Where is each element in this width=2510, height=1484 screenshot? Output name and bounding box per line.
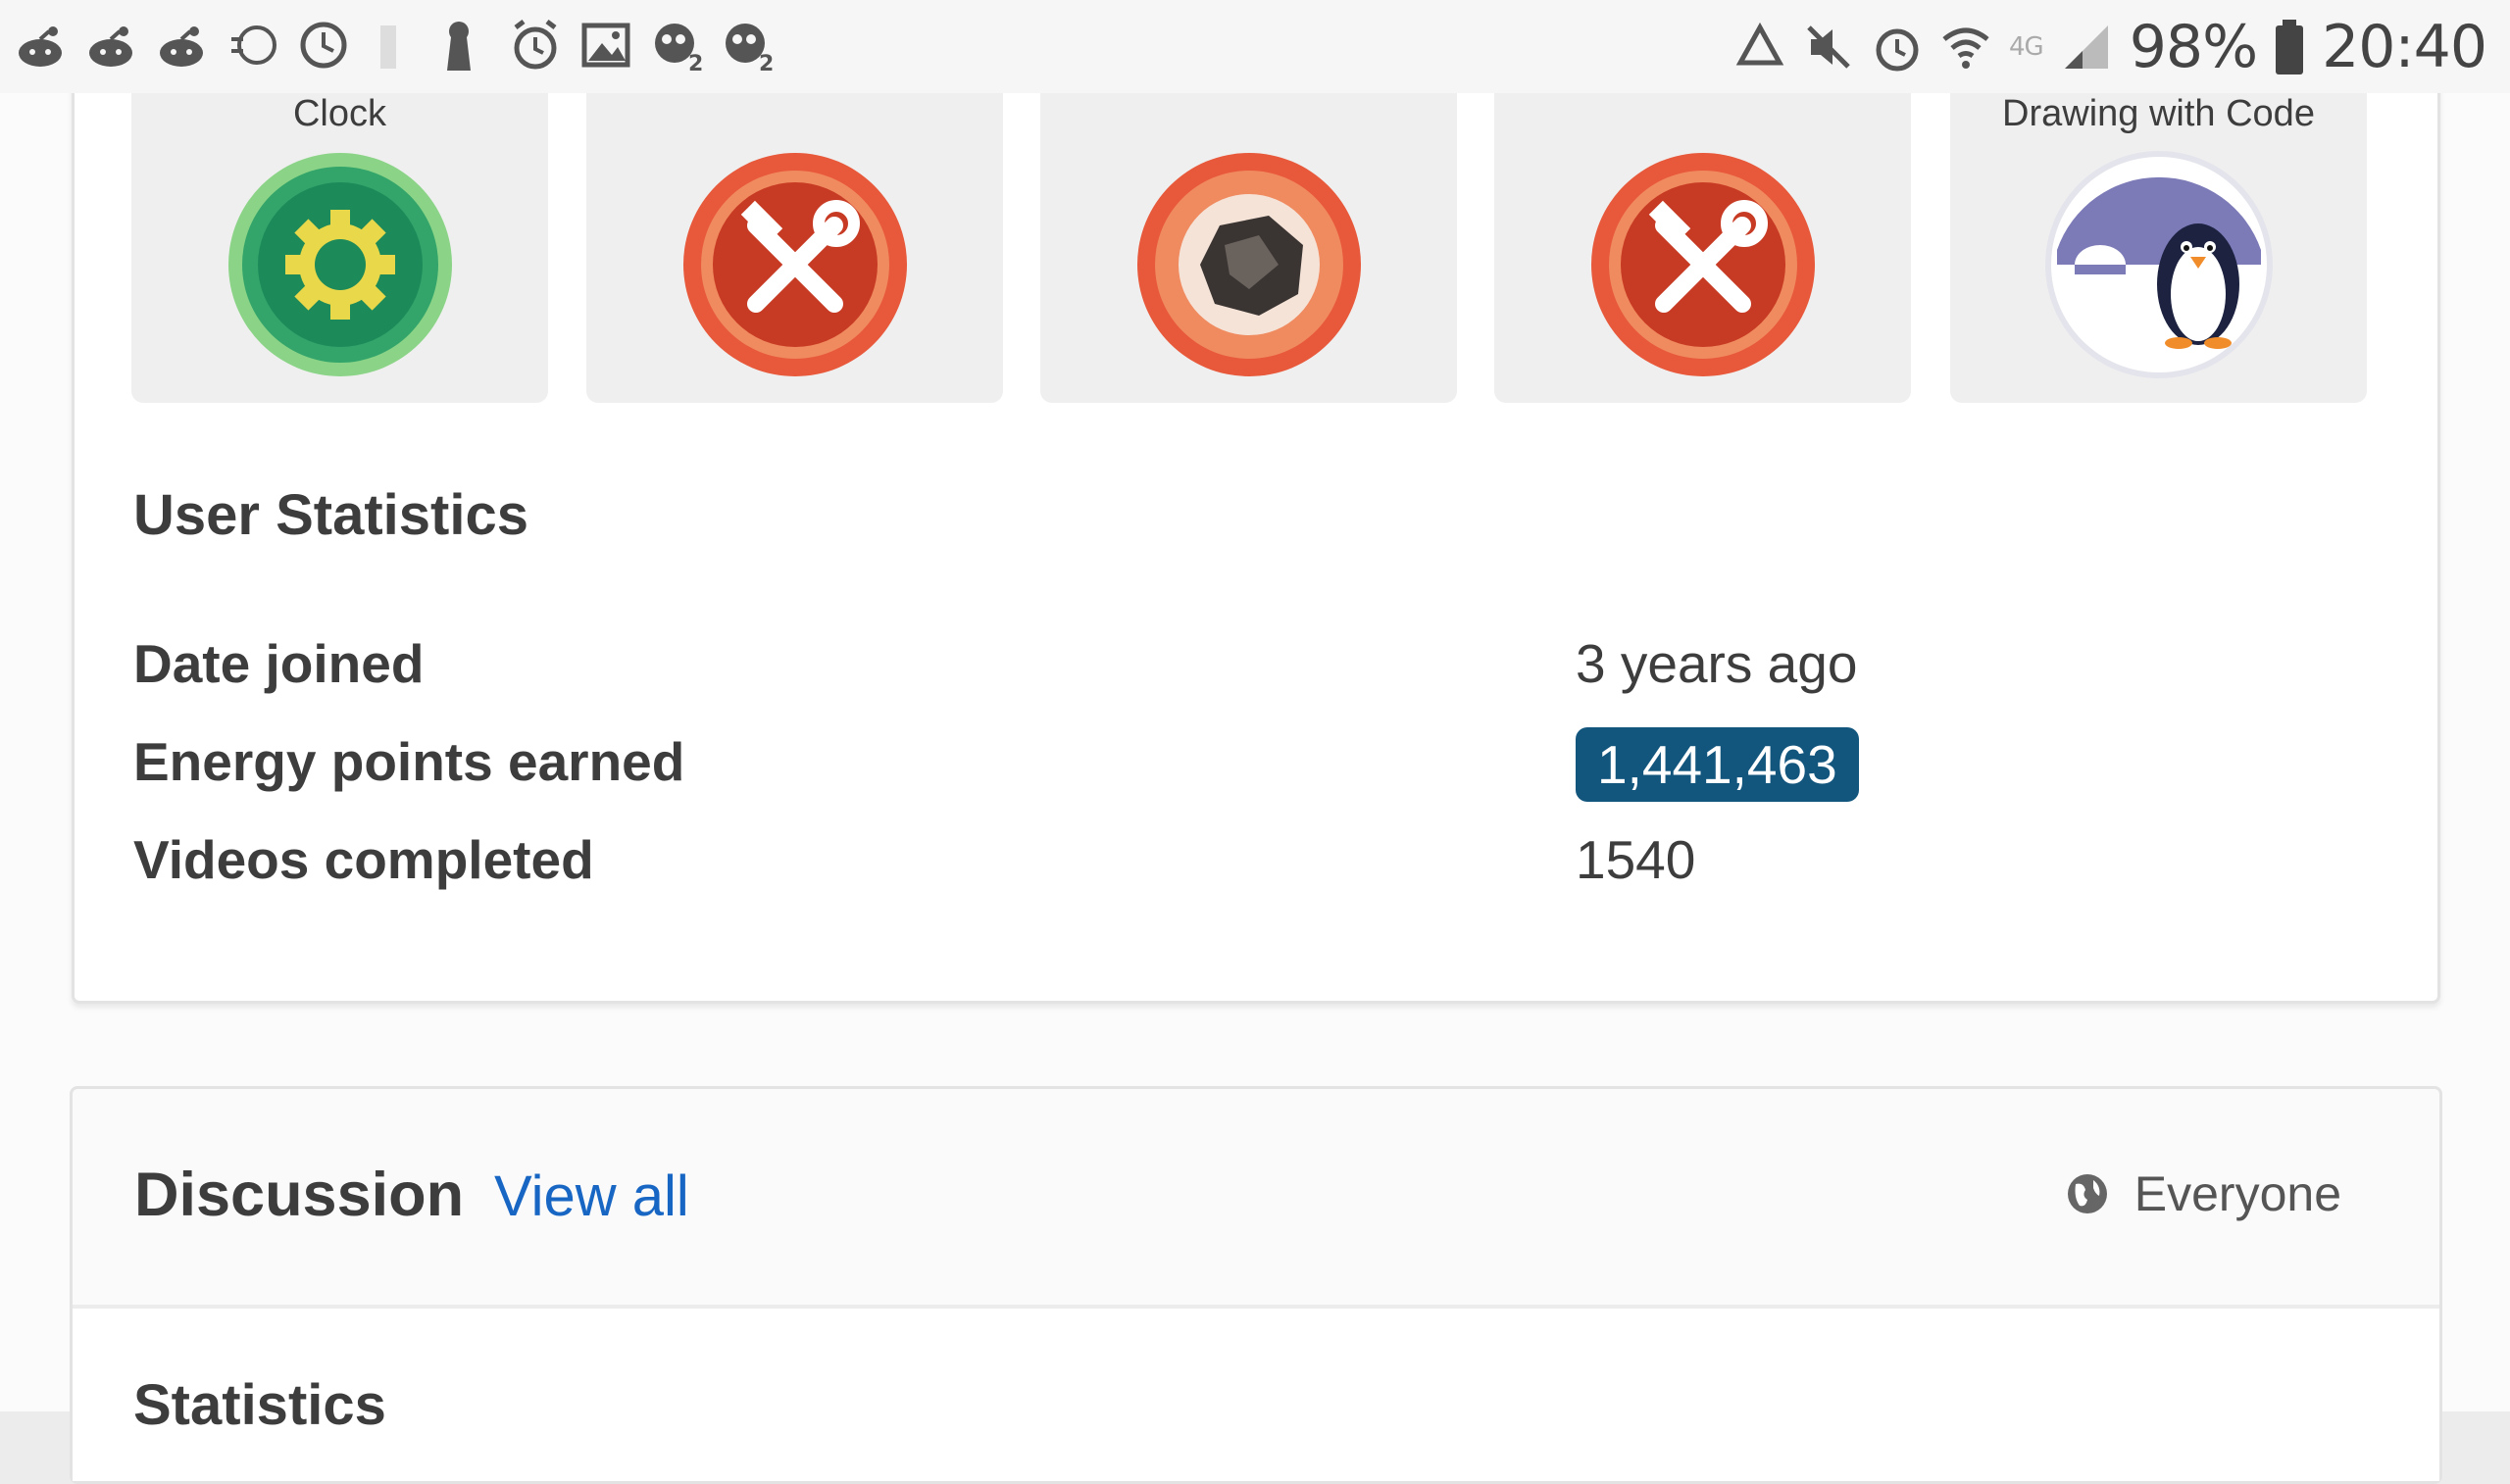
alarm-icon	[1876, 28, 1919, 71]
battery-icon	[2276, 19, 2304, 74]
stat-label-energy-points: Energy points earned	[133, 731, 685, 792]
badge-title: Clock	[292, 93, 387, 134]
svg-text:2: 2	[688, 52, 703, 73]
reddit-icon	[86, 18, 135, 73]
stat-value-date-joined: 3 years ago	[1576, 633, 1858, 694]
user-statistics-heading: User Statistics	[133, 483, 528, 547]
gear-badge-icon	[227, 153, 452, 376]
badge-clock[interactable]: Clock	[131, 93, 548, 403]
tools-badge-icon	[682, 153, 907, 376]
tools-badge-icon	[1590, 153, 1815, 376]
sync-icon	[227, 18, 276, 73]
badge-title: Drawing with Code	[2002, 93, 2315, 134]
visibility-selector[interactable]: Everyone	[2066, 1165, 2341, 1222]
mute-icon	[1807, 25, 1850, 69]
discussion-body	[73, 1309, 2439, 1481]
clock-icon	[298, 18, 347, 73]
badge-rock[interactable]	[1040, 93, 1457, 403]
battery-percentage: 98%	[2129, 12, 2258, 81]
rock-badge-icon	[1136, 153, 1361, 376]
statistics-heading: Statistics	[133, 1373, 386, 1437]
penguin-badge-icon	[2044, 151, 2273, 378]
status-bar: 2 2 4G 98% 20:40	[0, 0, 2510, 93]
view-all-link[interactable]: View all	[494, 1163, 689, 1229]
badge-drawing-with-code[interactable]: Drawing with Code	[1950, 93, 2367, 403]
game-icon: 2	[722, 18, 774, 76]
stat-label-date-joined: Date joined	[133, 633, 425, 694]
image-icon	[580, 18, 630, 73]
game-icon: 2	[651, 18, 703, 76]
stat-label-videos-completed: Videos completed	[133, 829, 594, 890]
system-status: 4G 98% 20:40	[1734, 10, 2487, 83]
reddit-icon	[16, 18, 65, 73]
badge-tools[interactable]	[586, 93, 1003, 403]
badges-row: Clock Drawing with Code	[131, 93, 2367, 403]
globe-icon	[2067, 1174, 2107, 1213]
discussion-header: Discussion View all Everyone	[73, 1089, 2439, 1309]
visibility-label: Everyone	[2134, 1166, 2341, 1221]
discussion-card: Discussion View all Everyone	[70, 1086, 2442, 1484]
svg-text:2: 2	[759, 52, 774, 73]
wifi-icon	[1942, 27, 1989, 69]
stat-value-videos-completed: 1540	[1576, 829, 1696, 890]
badge-tools[interactable]	[1494, 93, 1911, 403]
network-type-label: 4G	[2009, 31, 2044, 62]
energy-points-badge: 1,441,463	[1576, 727, 1859, 802]
signal-icon	[2064, 25, 2108, 69]
alarm-icon	[510, 18, 559, 73]
recycle-icon	[1735, 22, 1784, 65]
keyhole-icon	[439, 18, 488, 73]
lighthouse-icon	[369, 18, 418, 73]
discussion-title: Discussion	[134, 1161, 465, 1229]
notification-icons: 2 2	[16, 18, 774, 76]
clock-time: 20:40	[2322, 12, 2487, 81]
reddit-icon	[157, 18, 206, 73]
